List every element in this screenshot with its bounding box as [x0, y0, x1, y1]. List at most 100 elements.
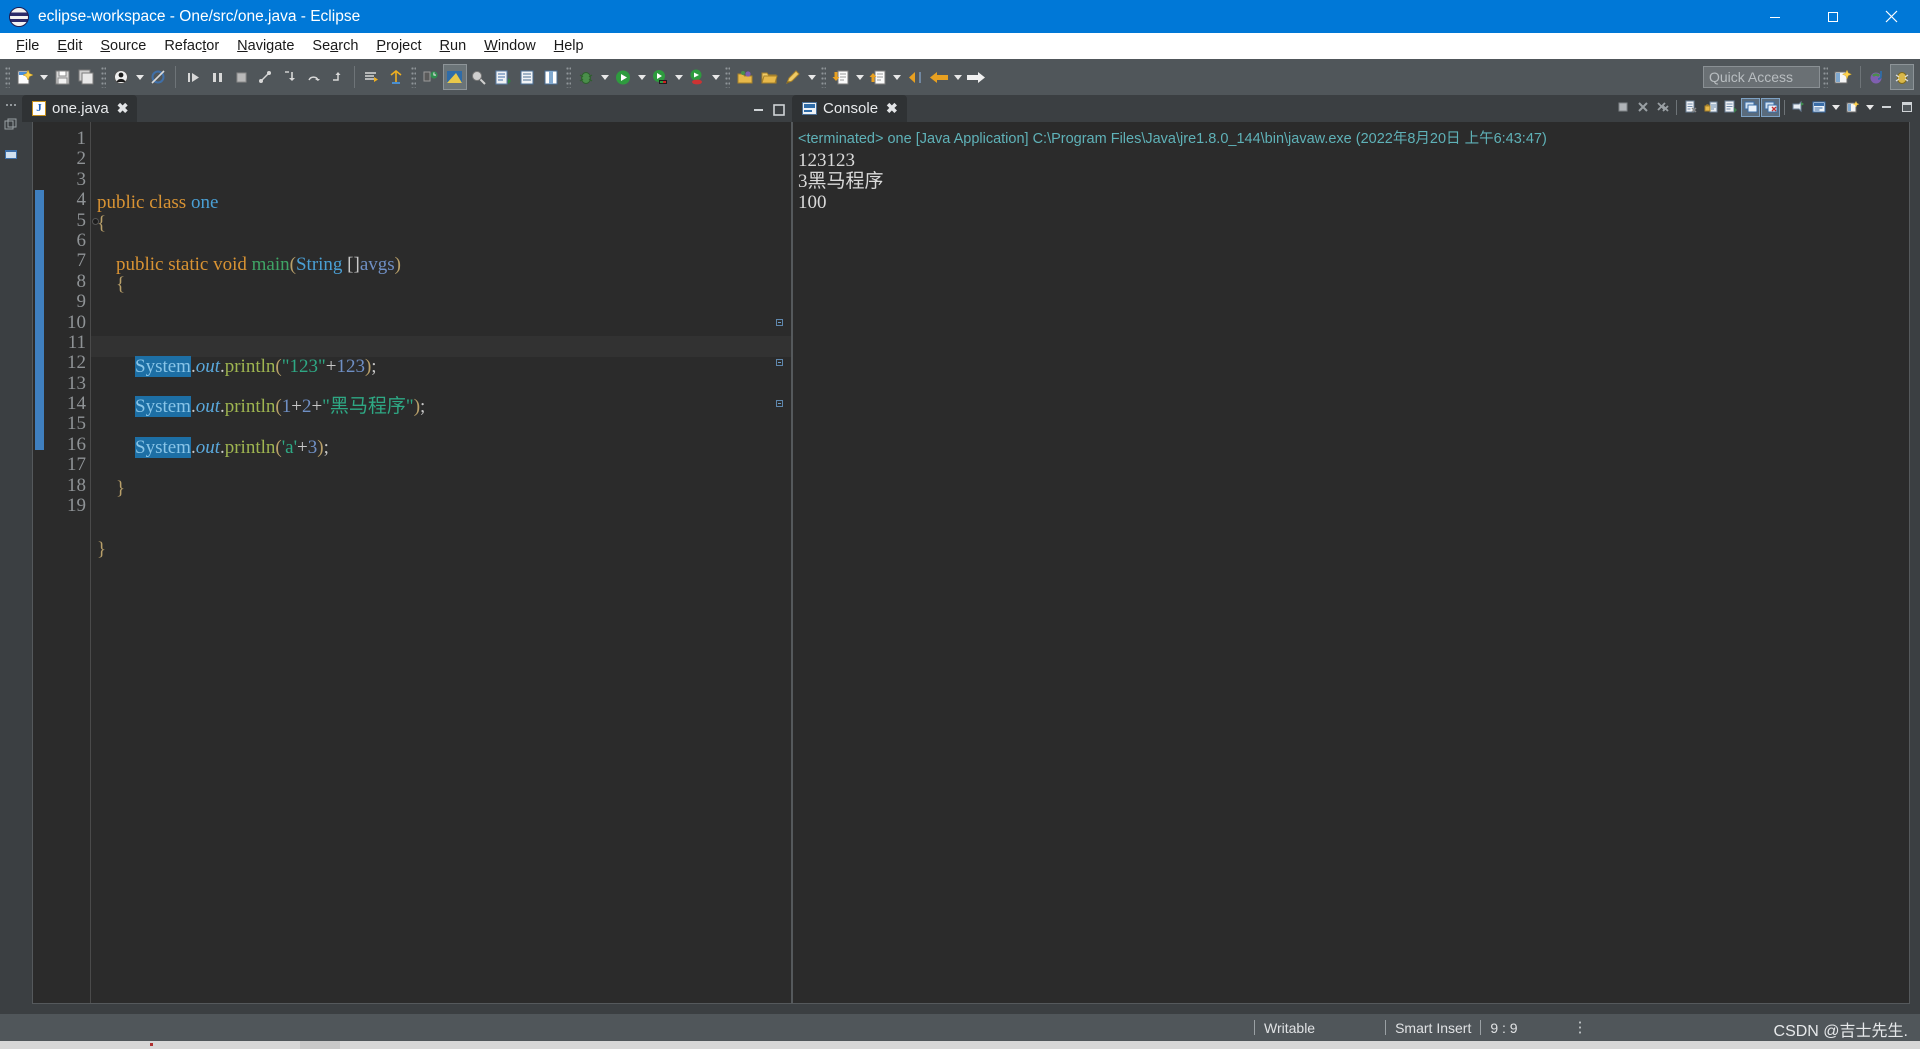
menu-run[interactable]: Run [431, 36, 476, 56]
save-icon[interactable] [50, 64, 74, 90]
show-console-on-output-icon[interactable] [1741, 97, 1760, 117]
show-console-on-error-icon[interactable] [1761, 97, 1780, 117]
toolbar-grip[interactable] [725, 66, 730, 88]
clear-console-icon[interactable] [1681, 98, 1700, 117]
menu-source[interactable]: Source [91, 36, 155, 56]
maximize-icon[interactable] [1897, 98, 1916, 117]
run-icon[interactable] [611, 64, 635, 90]
block-selection-icon[interactable] [539, 64, 563, 90]
menu-project[interactable]: Project [367, 36, 430, 56]
run-coverage-icon[interactable] [648, 64, 672, 90]
minimize-icon[interactable] [1877, 98, 1896, 117]
coverage-dropdown[interactable] [672, 64, 685, 90]
open-perspective-icon[interactable] [1831, 64, 1855, 90]
external-tools-icon[interactable] [685, 64, 709, 90]
pin-dropdown[interactable] [805, 64, 818, 90]
console-tab[interactable]: Console ✖ [792, 95, 907, 122]
minimize-icon[interactable] [750, 101, 768, 119]
pin-icon[interactable] [781, 64, 805, 90]
debug-dropdown[interactable] [598, 64, 611, 90]
import-icon[interactable] [829, 64, 853, 90]
back-icon[interactable] [927, 64, 951, 90]
menu-file[interactable]: File [7, 36, 48, 56]
maximize-icon[interactable] [770, 101, 788, 119]
open-console-dropdown[interactable] [1863, 94, 1876, 120]
editor-tab-close-icon[interactable]: ✖ [117, 100, 129, 117]
back-history-icon[interactable] [903, 64, 927, 90]
display-selected-console-dropdown[interactable] [1829, 94, 1842, 120]
debug-perspective-icon[interactable] [1890, 64, 1914, 90]
toggle-breakpoint-icon[interactable] [146, 64, 170, 90]
console-tab-close-icon[interactable]: ✖ [886, 100, 898, 117]
word-wrap-icon[interactable] [1721, 98, 1740, 117]
menu-window[interactable]: Window [475, 36, 545, 56]
toolbar-grip[interactable] [821, 66, 826, 88]
new-java-class-icon[interactable] [109, 64, 133, 90]
debug-icon[interactable] [574, 64, 598, 90]
editor-tab-one-java[interactable]: J one.java ✖ [22, 95, 138, 122]
restore-view-icon[interactable] [4, 118, 18, 137]
open-type-icon[interactable] [419, 64, 443, 90]
scroll-lock-icon[interactable] [1701, 98, 1720, 117]
terminate-icon[interactable] [229, 64, 253, 90]
menu-help[interactable]: Help [545, 36, 593, 56]
toolbar-grip[interactable] [1823, 66, 1828, 88]
maximize-button[interactable] [1804, 0, 1862, 33]
fold-marker-icon[interactable] [776, 359, 783, 367]
external-tools-dropdown[interactable] [709, 64, 722, 90]
menu-edit[interactable]: Edit [48, 36, 91, 56]
export-icon[interactable] [866, 64, 890, 90]
toolbar-grip[interactable] [411, 66, 416, 88]
toolbar-grip[interactable] [5, 66, 10, 88]
new-java-class-dropdown[interactable] [133, 64, 146, 90]
fold-marker-icon[interactable] [776, 400, 783, 408]
open-console-icon[interactable] [1843, 98, 1862, 117]
pin-console-icon[interactable] [1789, 98, 1808, 117]
toolbar-grip[interactable] [101, 66, 106, 88]
menu-search[interactable]: Search [303, 36, 367, 56]
annotation-ruler[interactable] [33, 122, 49, 1003]
status-overflow-icon[interactable] [1577, 1020, 1582, 1035]
java-perspective-icon[interactable] [1866, 64, 1890, 90]
save-all-icon[interactable] [74, 64, 98, 90]
terminate-icon[interactable] [1613, 98, 1632, 117]
run-dropdown[interactable] [635, 64, 648, 90]
step-over-icon[interactable] [301, 64, 325, 90]
previous-annotation-icon[interactable] [384, 64, 408, 90]
import-dropdown[interactable] [853, 64, 866, 90]
disconnect-icon[interactable] [253, 64, 277, 90]
open-folder-icon[interactable] [757, 64, 781, 90]
rail-grip[interactable] [5, 103, 17, 107]
new-wizard-dropdown[interactable] [37, 64, 50, 90]
close-button[interactable] [1862, 0, 1920, 33]
code-editor[interactable]: 1 2 3 4 5 6 7 8 9 10 11 12 13 14 15 16 17 18 19 public cla… [32, 122, 792, 1004]
forward-icon[interactable] [964, 64, 988, 90]
code-line [91, 336, 791, 357]
toolbar-grip[interactable] [566, 66, 571, 88]
search-icon[interactable] [467, 64, 491, 90]
step-return-icon[interactable] [325, 64, 349, 90]
fold-marker-icon[interactable] [776, 318, 783, 326]
code-text-area[interactable]: public class one{ public static void mai… [91, 122, 791, 1003]
new-package-icon[interactable] [733, 64, 757, 90]
export-dropdown[interactable] [890, 64, 903, 90]
resume-icon[interactable] [181, 64, 205, 90]
open-task-icon[interactable] [443, 64, 467, 90]
quick-access-input[interactable]: Quick Access [1703, 66, 1820, 88]
menu-refactor[interactable]: Refactor [155, 36, 228, 56]
console-output-area[interactable]: <terminated> one [Java Application] C:\P… [792, 122, 1910, 1004]
package-explorer-icon[interactable] [4, 148, 18, 167]
new-wizard-icon[interactable] [13, 64, 37, 90]
suspend-icon[interactable] [205, 64, 229, 90]
line-number: 16 [67, 433, 86, 455]
menu-navigate[interactable]: Navigate [228, 36, 303, 56]
minimize-button[interactable] [1746, 0, 1804, 33]
show-whitespace-icon[interactable] [515, 64, 539, 90]
skip-breakpoints-icon[interactable] [491, 64, 515, 90]
remove-all-terminated-icon[interactable] [1653, 98, 1672, 117]
step-into-icon[interactable] [277, 64, 301, 90]
remove-launch-icon[interactable] [1633, 98, 1652, 117]
back-dropdown[interactable] [951, 64, 964, 90]
display-selected-console-icon[interactable] [1809, 98, 1828, 117]
next-annotation-icon[interactable] [360, 64, 384, 90]
